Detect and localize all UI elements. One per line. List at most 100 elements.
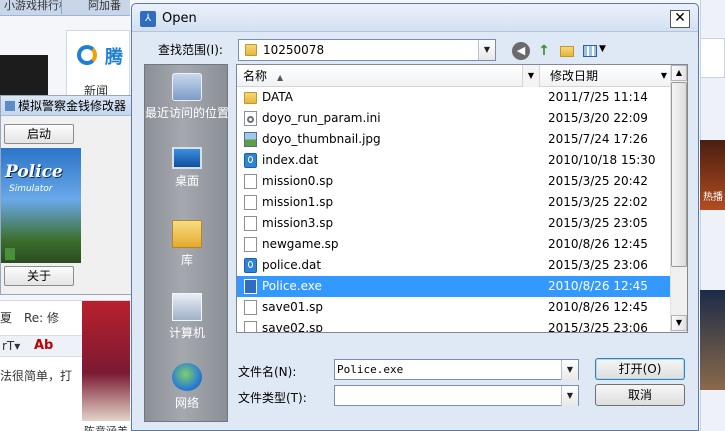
file-name: mission0.sp	[262, 174, 334, 188]
chevron-down-icon[interactable]: ▼	[478, 40, 495, 60]
libraries-icon	[172, 220, 202, 248]
file-name: save02.sp	[262, 321, 324, 332]
place-libraries[interactable]: 库	[145, 220, 229, 269]
file-rows: DATA 2011/7/25 11:14 doyo_run_param.ini 201…	[237, 87, 670, 332]
file-row[interactable]: mission3.sp 2015/3/25 23:05	[237, 213, 670, 234]
file-name: doyo_thumbnail.jpg	[262, 132, 381, 146]
font-size-button[interactable]: rT▾	[2, 339, 20, 353]
file-row[interactable]: save01.sp 2010/8/26 12:45	[237, 297, 670, 318]
scroll-thumb[interactable]	[671, 82, 687, 267]
file-name: DATA	[262, 90, 293, 104]
folder-file-icon	[244, 92, 257, 104]
open-button[interactable]: 打开(O)	[595, 358, 685, 380]
computer-icon	[172, 293, 202, 321]
jpg-file-icon	[244, 132, 257, 147]
new-folder-button[interactable]	[559, 42, 577, 60]
chevron-down-icon[interactable]: ▼	[561, 386, 578, 406]
file-date: 2015/3/20 22:09	[548, 111, 648, 125]
chevron-down-icon[interactable]: ▼	[561, 360, 578, 380]
forum-text: 法很简单，打	[0, 369, 73, 383]
font-color-button[interactable]: Ab	[34, 338, 53, 353]
column-header-date[interactable]: 修改日期	[542, 65, 672, 87]
column-header-name-label: 名称	[243, 69, 268, 83]
place-computer[interactable]: 计算机	[145, 293, 229, 342]
file-name: newgame.sp	[262, 237, 339, 251]
file-row[interactable]: doyo_thumbnail.jpg 2015/7/24 17:26	[237, 129, 670, 150]
file-date: 2010/10/18 15:30	[548, 153, 656, 167]
place-recent[interactable]: 最近访问的位置	[145, 73, 229, 122]
dialog-titlebar[interactable]: ⅄ Open ✕	[132, 4, 698, 32]
filename-label: 文件名(N):	[238, 365, 297, 379]
file-row[interactable]: newgame.sp 2010/8/26 12:45	[237, 234, 670, 255]
file-row[interactable]: mission1.sp 2015/3/25 22:02	[237, 192, 670, 213]
view-menu-button[interactable]: ▼	[582, 42, 610, 60]
chevron-down-icon: ▼	[599, 44, 606, 54]
place-label: 最近访问的位置	[145, 106, 230, 120]
photo-caption[interactable]: 陈意涵美	[84, 423, 128, 431]
file-file-icon	[244, 174, 257, 189]
place-network[interactable]: 网络	[145, 363, 229, 412]
look-in-label: 查找范围(I):	[158, 43, 223, 57]
browser-tab[interactable]: 阿加番	[84, 0, 130, 14]
actress-photo[interactable]	[82, 301, 130, 421]
background-right-label: 热播	[703, 192, 723, 203]
filename-field[interactable]: Police.exe ▼	[334, 359, 579, 380]
dialog-app-icon: ⅄	[140, 11, 156, 27]
browser-tab-strip: 小游戏排行榜 阿加番	[0, 0, 130, 16]
file-name: save01.sp	[262, 300, 324, 314]
scroll-down-button[interactable]: ▼	[671, 315, 687, 331]
file-date: 2015/3/25 23:06	[548, 258, 648, 272]
up-one-level-button[interactable]: ↑	[535, 42, 553, 60]
file-date: 2015/7/24 17:26	[548, 132, 648, 146]
background-forum-panel: 夏 Re: 修 rT▾ Ab 法很简单，打 陈意涵美	[0, 300, 130, 431]
file-date: 2015/3/25 22:02	[548, 195, 648, 209]
column-header-date-label: 修改日期	[550, 69, 599, 83]
filetype-dropdown[interactable]: ▼	[334, 385, 579, 406]
scroll-up-button[interactable]: ▲	[671, 65, 687, 81]
file-date: 2015/3/25 23:06	[548, 321, 648, 332]
cancel-button[interactable]: 取消	[595, 384, 685, 406]
look-in-dropdown[interactable]: 10250078 ▼	[238, 39, 496, 61]
file-row[interactable]: index.dat 2010/10/18 15:30	[237, 150, 670, 171]
trainer-window: 模拟警察金钱修改器 启动 Police Simulator 关于	[0, 95, 132, 295]
about-button[interactable]: 关于	[4, 266, 74, 286]
portal-logo-text: 腾	[105, 47, 123, 68]
file-row[interactable]: mission0.sp 2015/3/25 20:42	[237, 171, 670, 192]
file-row[interactable]: DATA 2011/7/25 11:14	[237, 87, 670, 108]
file-date: 2015/3/25 20:42	[548, 174, 648, 188]
forum-reply-link[interactable]: Re: 修	[24, 309, 59, 326]
background-image	[0, 55, 48, 95]
file-date: 2015/3/25 23:05	[548, 216, 648, 230]
column-filter-dropdown[interactable]: ▼	[522, 65, 540, 87]
file-file-icon	[244, 321, 257, 332]
folder-icon	[245, 44, 257, 56]
background-right-image[interactable]	[700, 290, 725, 390]
file-row[interactable]: Police.exe 2010/8/26 12:45	[237, 276, 670, 297]
game-cover-image: Police Simulator	[1, 148, 81, 263]
column-header-name[interactable]: 名称 ▲	[237, 65, 527, 87]
start-button[interactable]: 启动	[4, 124, 74, 144]
file-date: 2010/8/26 12:45	[548, 237, 648, 251]
filetype-label: 文件类型(T):	[238, 391, 307, 405]
file-date: 2010/8/26 12:45	[548, 300, 648, 314]
file-row[interactable]: police.dat 2015/3/25 23:06	[237, 255, 670, 276]
file-row[interactable]: doyo_run_param.ini 2015/3/20 22:09	[237, 108, 670, 129]
place-label: 桌面	[174, 174, 199, 188]
dat-file-icon	[244, 258, 257, 273]
close-button[interactable]: ✕	[670, 10, 690, 28]
place-desktop[interactable]: 桌面	[145, 147, 229, 190]
vertical-scrollbar[interactable]: ▲ ▼	[670, 65, 687, 332]
new-folder-icon	[560, 46, 574, 57]
cover-title: Police	[5, 162, 63, 182]
browser-tab[interactable]: 小游戏排行榜	[0, 0, 62, 14]
back-button[interactable]: ◀	[512, 42, 530, 60]
column-filter-dropdown[interactable]: ▼	[658, 65, 670, 87]
file-row[interactable]: save02.sp 2015/3/25 23:06	[237, 318, 670, 332]
file-list-header: 名称 ▲ ▼ 修改日期 ▼	[237, 65, 687, 87]
file-name: police.dat	[262, 258, 322, 272]
file-date: 2011/7/25 11:14	[548, 90, 648, 104]
file-name: index.dat	[262, 153, 319, 167]
view-grid-icon	[583, 45, 597, 57]
open-file-dialog: ⅄ Open ✕ 查找范围(I): 10250078 ▼ ◀ ↑ ▼ 最近访问的…	[131, 3, 699, 431]
file-list[interactable]: 名称 ▲ ▼ 修改日期 ▼ DATA 2011/7/25 11:14 doyo_run…	[236, 64, 688, 333]
